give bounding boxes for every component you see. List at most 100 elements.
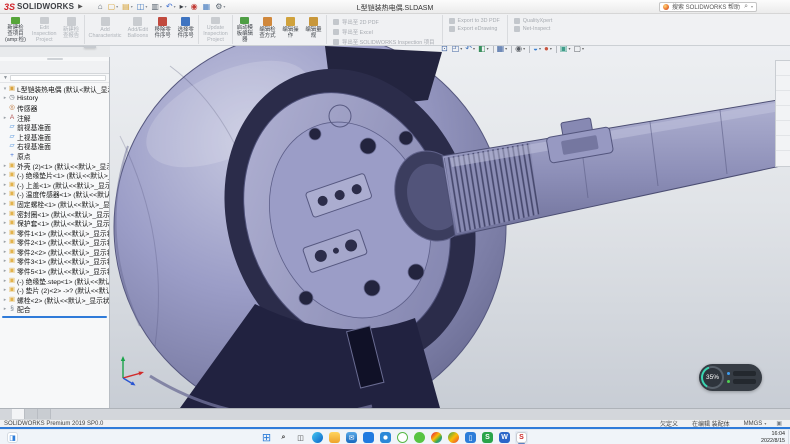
tab-assembly[interactable] <box>0 46 12 47</box>
tree-component[interactable]: ▸ ▣ (-) 上盖<1> (默认<<默认>_显示状态) <box>0 180 109 190</box>
export-excel-item[interactable]: 导出至 Excel <box>333 28 435 36</box>
edit-operations-button[interactable]: 编辑操 作 <box>279 15 302 44</box>
export-inspection-project-item[interactable]: 导出至 SOLIDWORKS Inspection 项目 <box>333 38 435 46</box>
overlay-control[interactable] <box>733 371 756 376</box>
tab-layout[interactable] <box>12 46 24 47</box>
tree-component[interactable]: ▸ ▣ 外壳 (2)<1> (默认<<默认>_显示状态) <box>0 161 109 171</box>
status-tag-icon[interactable]: ▣ <box>776 420 786 427</box>
tree-component[interactable]: ▸ ▣ 零件2<1> (默认<<默认>_显示状态) <box>0 238 109 248</box>
tree-component[interactable]: ▸ ▣ 螺栓<2> (默认<<默认>_显示状态) <box>0 295 109 305</box>
undo-icon[interactable]: ↶ ▾ <box>166 3 176 11</box>
open-file-icon[interactable]: ▤ ▾ <box>122 3 133 11</box>
add-characteristic-button[interactable]: Add Characteristic <box>84 15 125 44</box>
wps-icon[interactable]: S <box>481 431 494 444</box>
edit-gages-button[interactable]: 编辑量 规 <box>302 15 325 44</box>
tree-sensors[interactable]: ◎ 传感器 <box>0 103 109 113</box>
search-dropdown-icon[interactable]: ▾ <box>751 4 753 9</box>
graphics-viewport[interactable] <box>110 46 790 408</box>
tree-front-plane[interactable]: ▱ 前视基准面 <box>0 122 109 132</box>
tree-component[interactable]: ▸ ▣ (-) 温度传感器<1> (默认<<默认>_显示状态) <box>0 190 109 200</box>
new-file-icon[interactable]: ▢ ▾ <box>108 3 119 11</box>
phone-link-icon[interactable]: ▯ <box>464 431 477 444</box>
help-search-input[interactable]: 搜索 SOLIDWORKS 帮助 ⌕ ▾ <box>659 2 757 12</box>
browser-colorful-icon[interactable] <box>447 431 460 444</box>
export-2d-pdf-item[interactable]: 导出至 2D PDF <box>333 18 435 26</box>
launch-template-editor-button[interactable]: 启动模 板编辑 器 <box>232 15 256 44</box>
file-explorer-icon[interactable] <box>776 91 790 106</box>
motion-study-tab[interactable] <box>38 409 51 419</box>
sw-resources-icon[interactable] <box>776 61 790 76</box>
qualityxpert-item[interactable]: QualityXpert <box>514 18 553 24</box>
add-edit-balloons-button[interactable]: Add/Edit Balloons <box>125 15 152 44</box>
remove-balloons-button[interactable]: 移除零 件序号 <box>151 15 174 44</box>
tab-cam[interactable] <box>72 46 84 47</box>
tree-component[interactable]: ▸ ▣ 零件2<2> (默认<<默认>_显示状态) <box>0 247 109 257</box>
custom-properties-icon[interactable] <box>776 136 790 151</box>
word-icon[interactable]: W <box>498 431 511 444</box>
tab-evaluate[interactable] <box>36 46 48 47</box>
photos-icon[interactable] <box>379 431 392 444</box>
design-library-icon[interactable] <box>776 76 790 91</box>
tree-history-folder[interactable]: ▸ ◷ History <box>0 94 109 104</box>
export-edrawing-item[interactable]: Export eDrawing <box>449 26 500 32</box>
taskbar-clock[interactable]: 16:04 2022/8/15 <box>761 431 785 444</box>
filter-funnel-icon[interactable]: ▼ <box>3 75 8 81</box>
tree-component[interactable]: ▸ ▣ 密封圈<1> (默认<<默认>_显示状态) <box>0 209 109 219</box>
tab-inspection[interactable] <box>84 46 96 48</box>
new-inspection-project-button[interactable]: 新建检 查项目 (amp:检) <box>2 15 29 44</box>
tree-filter-input[interactable] <box>10 75 106 81</box>
widgets-icon[interactable]: ◨ <box>6 431 19 444</box>
tree-component[interactable]: ▸ ▣ (-) 绝缘垫.step<1> (默认<<默认>) <box>0 276 109 286</box>
export-3d-pdf-item[interactable]: Export to 3D PDF <box>449 18 500 24</box>
update-inspection-project-button[interactable]: Update Inspection Project <box>198 15 231 44</box>
tree-component[interactable]: ▸ ▣ 零件3<1> (默认<<默认>_显示状态) <box>0 257 109 267</box>
file-properties-icon[interactable]: ▦ <box>203 3 212 11</box>
chrome-icon[interactable] <box>430 431 443 444</box>
net-inspect-item[interactable]: Net-Inspect <box>514 26 553 32</box>
home-icon[interactable]: ⌂ <box>98 3 104 11</box>
rebuild-icon[interactable]: ◉ <box>191 3 199 11</box>
model-tab[interactable] <box>12 409 25 419</box>
start-button[interactable]: ⊞ <box>260 431 273 444</box>
tree-annotations[interactable]: ▸ A 注解 <box>0 113 109 123</box>
tab-sketch[interactable] <box>24 46 36 47</box>
print-icon[interactable]: ▥ ▾ <box>151 3 162 11</box>
recorder-overlay[interactable]: 35% <box>699 364 762 391</box>
edit-inspection-methods-button[interactable]: 编辑检 查方式 <box>256 15 279 44</box>
tree-component[interactable]: ▸ ▣ 保护套<1> (默认<<默认>_显示状态) <box>0 218 109 228</box>
rollback-bar[interactable] <box>2 316 107 318</box>
3d-views-tab[interactable] <box>25 409 38 419</box>
search-icon[interactable]: ⌕ <box>277 431 290 444</box>
browser-white-icon[interactable] <box>396 431 409 444</box>
overlay-control[interactable] <box>733 379 756 384</box>
view-palette-icon[interactable] <box>776 106 790 121</box>
tab-mbd[interactable] <box>60 46 72 47</box>
tree-component[interactable]: ▸ ▣ 零件5<1> (默认<<默认>_显示状态) <box>0 266 109 276</box>
select-balloons-button[interactable]: 选择零 件序号 <box>174 15 197 44</box>
tree-component[interactable]: ▸ ▣ 固定螺栓<1> (默认<<默认>_显示状态) <box>0 199 109 209</box>
tree-mates[interactable]: ▸ § 配合 <box>0 305 109 315</box>
search-icon[interactable]: ⌕ <box>744 3 748 11</box>
tree-component[interactable]: ▸ ▣ (-) 绝缘垫片<1> (默认<<默认>_显示状态) <box>0 170 109 180</box>
tab-addins[interactable] <box>48 46 60 47</box>
microsoft-store-icon[interactable] <box>362 431 375 444</box>
sw-forum-icon[interactable] <box>776 151 790 166</box>
task-view-icon[interactable]: ◫ <box>294 431 307 444</box>
new-inspection-report-button[interactable]: 新建检 查报告 <box>60 15 83 44</box>
tree-top-plane[interactable]: ▱ 上视基准面 <box>0 132 109 142</box>
options-gear-icon[interactable]: ⚙ ▾ <box>215 3 225 11</box>
solidworks-taskbar-icon[interactable]: S <box>515 431 528 444</box>
mail-icon[interactable]: ✉ <box>345 431 358 444</box>
menu-expand-arrow-icon[interactable]: ▶ <box>78 3 83 10</box>
tree-origin[interactable]: + 原点 <box>0 151 109 161</box>
file-explorer-icon[interactable] <box>328 431 341 444</box>
wechat-icon[interactable] <box>413 431 426 444</box>
tree-component[interactable]: ▸ ▣ 零件1<1> (默认<<默认>_显示状态) <box>0 228 109 238</box>
save-icon[interactable]: ◫ ▾ <box>137 3 148 11</box>
edge-icon[interactable] <box>311 431 324 444</box>
edit-inspection-project-button[interactable]: Edit Inspection Project <box>29 15 60 44</box>
tree-root-assembly[interactable]: ▾ ▣ L型铠装热电偶 (默认<默认_显示状态-1>) <box>0 84 109 94</box>
select-cursor-icon[interactable]: ▸ ▾ <box>180 3 187 11</box>
status-units[interactable]: MMGS ▾ <box>742 421 767 427</box>
tree-component[interactable]: ▸ ▣ (-) 垫片 (2)<2> ->? (默认<<默认>) <box>0 285 109 295</box>
